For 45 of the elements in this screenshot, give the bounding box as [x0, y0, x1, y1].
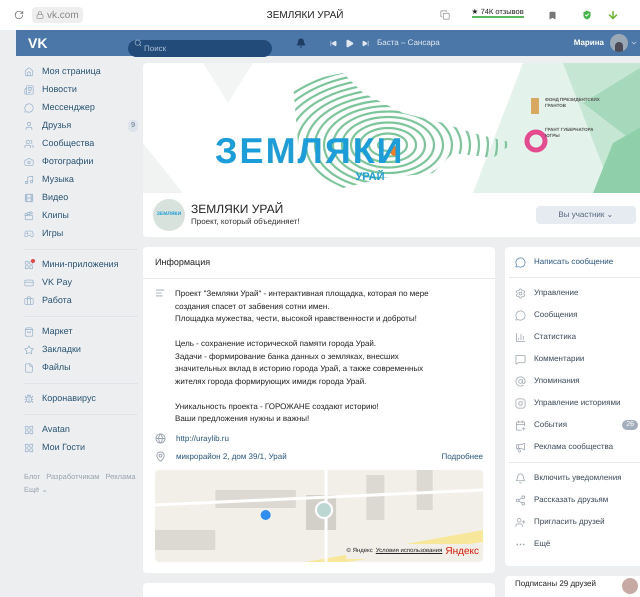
action-item[interactable]: Упоминания: [509, 370, 640, 392]
action-item[interactable]: Статистика: [509, 326, 640, 348]
group-name: ЗЕМЛЯКИ УРАЙ: [191, 202, 284, 216]
group-status: Проект, который объединяет!: [191, 216, 300, 228]
sidebar-item[interactable]: Мои Гости: [24, 439, 138, 457]
website-link[interactable]: http://uraylib.ru: [176, 432, 229, 444]
sidebar-item[interactable]: Моя страница: [24, 63, 138, 81]
address-text: микрорайон 2, дом 39/1, Урай: [176, 450, 287, 462]
sidebar-item[interactable]: Мини-приложения: [24, 256, 138, 274]
sidebar-item[interactable]: Мессенджер: [24, 99, 138, 117]
action-item[interactable]: Сообщения: [509, 304, 640, 326]
action-item[interactable]: Управление историями: [509, 392, 640, 414]
track-title[interactable]: Баста – Сансара: [377, 37, 440, 49]
action-item[interactable]: Ещё: [509, 533, 640, 555]
logo[interactable]: VK: [28, 32, 128, 54]
sidebar-item[interactable]: Клипы: [24, 207, 138, 225]
member-button[interactable]: Вы участник ⌄: [536, 206, 636, 224]
sidebar-item[interactable]: Игры: [24, 225, 138, 243]
sidebar-item[interactable]: Коронавирус: [24, 390, 138, 408]
sidebar-item[interactable]: Работа: [24, 292, 138, 310]
sidebar-item[interactable]: VK Pay: [24, 274, 138, 292]
sidebar-item[interactable]: Avatan: [24, 421, 138, 439]
action-item[interactable]: Пригласить друзей: [509, 511, 640, 533]
more-link[interactable]: Подробнее: [442, 450, 483, 462]
sidebar-item[interactable]: Музыка: [24, 171, 138, 189]
description: Проект "Земляки Урай" - интерактивная площадка, которая по мере создания спасет от забвения сотни имен. Площадка мужества, чести, высокой нравственности и доброты! Цель - сохранение исторической памяти города Урай. Задачи - формирование банка данных о земляках, внесших значительных вклад в историю города Урай, а также современных жителях города формирующих имидж города Урай. Уникальность проекта - ГОРОЖАНЕ создают историю! Ваши предложения нужны и важны!: [175, 288, 429, 425]
sidebar-item[interactable]: Файлы: [24, 359, 138, 377]
action-item[interactable]: Реклама сообщества: [509, 436, 640, 458]
section-title: Информация: [155, 256, 210, 269]
action-item[interactable]: Рассказать друзьям: [509, 489, 640, 511]
action-item[interactable]: Включить уведомления: [509, 467, 640, 489]
sidebar-item[interactable]: Фотографии: [24, 153, 138, 171]
sidebar-item[interactable]: Новости: [24, 81, 138, 99]
sidebar-item[interactable]: Сообщества: [24, 135, 138, 153]
action-item[interactable]: Комментарии: [509, 348, 640, 370]
search-field[interactable]: Поиск: [128, 40, 272, 56]
user-name[interactable]: Марина: [574, 37, 604, 49]
sidebar-item[interactable]: Маркет: [24, 323, 138, 341]
page-title: ЗЕМЛЯКИ УРАЙ: [266, 8, 344, 22]
sidebar-item[interactable]: Закладки: [24, 341, 138, 359]
map-brand: Яндекс: [445, 544, 479, 558]
action-item[interactable]: Управление: [509, 282, 640, 304]
friends-count[interactable]: Подписаны 29 друзей: [515, 578, 596, 590]
action-item[interactable]: Написать сообщение: [509, 251, 640, 273]
sidebar-item[interactable]: Видео: [24, 189, 138, 207]
